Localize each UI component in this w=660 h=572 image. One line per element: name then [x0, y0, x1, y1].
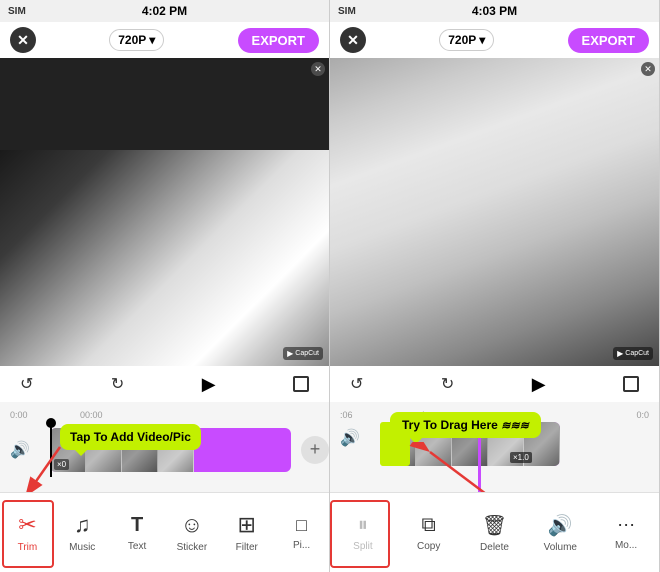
tooltip-add-video: Tap To Add Video/Pic: [60, 424, 201, 450]
watermark-right: ▶CapCut: [613, 347, 653, 360]
resolution-button-right[interactable]: 720P ▾: [439, 29, 494, 51]
sim-left: SIM: [8, 6, 26, 17]
tool-delete[interactable]: 🗑 Delete: [462, 513, 528, 553]
video-preview-right: ✕ ▶CapCut: [330, 58, 659, 366]
text-label: Text: [128, 541, 146, 552]
play-button-left[interactable]: ▶: [202, 374, 216, 395]
resolution-button-left[interactable]: 720P ▾: [109, 29, 164, 51]
status-bar-right: SIM 4:03 PM: [330, 0, 659, 22]
video-preview-left: ✕ ▶CapCut: [0, 58, 329, 366]
tool-sticker[interactable]: ☺ Sticker: [164, 512, 219, 553]
tool-pic[interactable]: □ Pi...: [274, 515, 329, 551]
trim-icon: ✂: [18, 512, 36, 538]
playhead-left: [50, 422, 52, 477]
copy-icon: ⧉: [422, 514, 436, 537]
time-mark-0: 0:00: [10, 410, 28, 420]
tool-copy[interactable]: ⧉ Copy: [396, 514, 462, 552]
trim-label: Trim: [18, 542, 38, 553]
undo-icon-left[interactable]: ↺: [20, 374, 33, 394]
split-label: Split: [353, 541, 372, 552]
bottom-toolbar-right: ⏸ Split ⧉ Copy 🗑 Delete 🔊 Volume ⋯ Mo...: [330, 492, 659, 572]
redo-icon-right[interactable]: ↻: [441, 374, 454, 394]
top-toolbar-left: ✕ 720P ▾ EXPORT: [0, 22, 329, 58]
volume-label: Volume: [544, 542, 577, 553]
watermark-left: ▶CapCut: [283, 347, 323, 360]
undo-icon-right[interactable]: ↺: [350, 374, 363, 394]
timeline-right: :06 4 0:0 🔊 6.7s ×1.0 Try To Drag Here ≋…: [330, 402, 659, 492]
tooltip-drag: Try To Drag Here ≋≋≋: [390, 412, 541, 438]
sim-right-left: SIM: [338, 6, 356, 17]
pic-icon: □: [296, 515, 307, 536]
text-icon: T: [131, 514, 143, 537]
export-button-left[interactable]: EXPORT: [238, 28, 319, 53]
volume-icon-left: 🔊: [10, 440, 30, 460]
fullscreen-icon-right[interactable]: [623, 376, 639, 392]
sticker-icon: ☺: [181, 512, 203, 538]
clip-counter-left: ×0: [54, 459, 69, 470]
pic-label: Pi...: [293, 540, 310, 551]
filter-label: Filter: [236, 542, 258, 553]
music-label: Music: [69, 542, 95, 553]
timeline-left: 0:00 00:00 🔊 ×0 + Tap To Add Video/Pic: [0, 402, 329, 492]
time-mark-mid: 00:00: [80, 410, 103, 420]
close-button-left[interactable]: ✕: [10, 27, 36, 53]
car-image-left: [0, 150, 329, 366]
tool-music[interactable]: ♫ Music: [55, 512, 110, 553]
time-left: 4:02 PM: [142, 4, 187, 18]
car-image-right: [330, 58, 659, 366]
fullscreen-icon-left[interactable]: [293, 376, 309, 392]
tool-text[interactable]: T Text: [110, 514, 165, 552]
status-bar-left: SIM 4:02 PM: [0, 0, 329, 22]
add-clip-button[interactable]: +: [301, 436, 329, 464]
tool-filter[interactable]: ⊞ Filter: [219, 512, 274, 553]
clip-scale-label: ×1.0: [510, 452, 532, 463]
close-circle-left[interactable]: ✕: [311, 62, 325, 76]
redo-icon-left[interactable]: ↻: [111, 374, 124, 394]
top-toolbar-right: ✕ 720P ▾ EXPORT: [330, 22, 659, 58]
time-right: 4:03 PM: [472, 4, 517, 18]
delete-label: Delete: [480, 542, 509, 553]
close-circle-right[interactable]: ✕: [641, 62, 655, 76]
time-mark-r0: :06: [340, 410, 353, 420]
volume-icon-tool: 🔊: [548, 513, 573, 538]
sticker-label: Sticker: [177, 542, 208, 553]
mo-label: Mo...: [615, 540, 637, 551]
bottom-toolbar-left: ✂ Trim ♫ Music T Text ☺ Sticker ⊞ Filter…: [0, 492, 329, 572]
tool-trim[interactable]: ✂ Trim: [0, 512, 55, 553]
music-icon: ♫: [74, 512, 91, 538]
delete-icon: 🗑: [482, 513, 507, 538]
tool-mo[interactable]: ⋯ Mo...: [593, 515, 659, 551]
right-panel: SIM 4:03 PM ✕ 720P ▾ EXPORT ✕ ▶CapCut ↺ …: [330, 0, 660, 572]
copy-label: Copy: [417, 541, 440, 552]
left-panel: SIM 4:02 PM ✕ 720P ▾ EXPORT ✕ ▶CapCut ↺ …: [0, 0, 330, 572]
time-mark-r2: 0:0: [636, 410, 649, 420]
filter-icon: ⊞: [238, 512, 256, 538]
split-icon: ⏸: [358, 514, 368, 537]
playback-bar-left: ↺ ↻ ▶: [0, 366, 329, 402]
play-button-right[interactable]: ▶: [532, 374, 546, 395]
volume-icon-right: 🔊: [340, 428, 360, 448]
playback-bar-right: ↺ ↻ ▶: [330, 366, 659, 402]
mo-icon: ⋯: [617, 515, 635, 536]
close-button-right[interactable]: ✕: [340, 27, 366, 53]
tool-volume[interactable]: 🔊 Volume: [527, 513, 593, 553]
tool-split[interactable]: ⏸ Split: [330, 514, 396, 552]
export-button-right[interactable]: EXPORT: [568, 28, 649, 53]
